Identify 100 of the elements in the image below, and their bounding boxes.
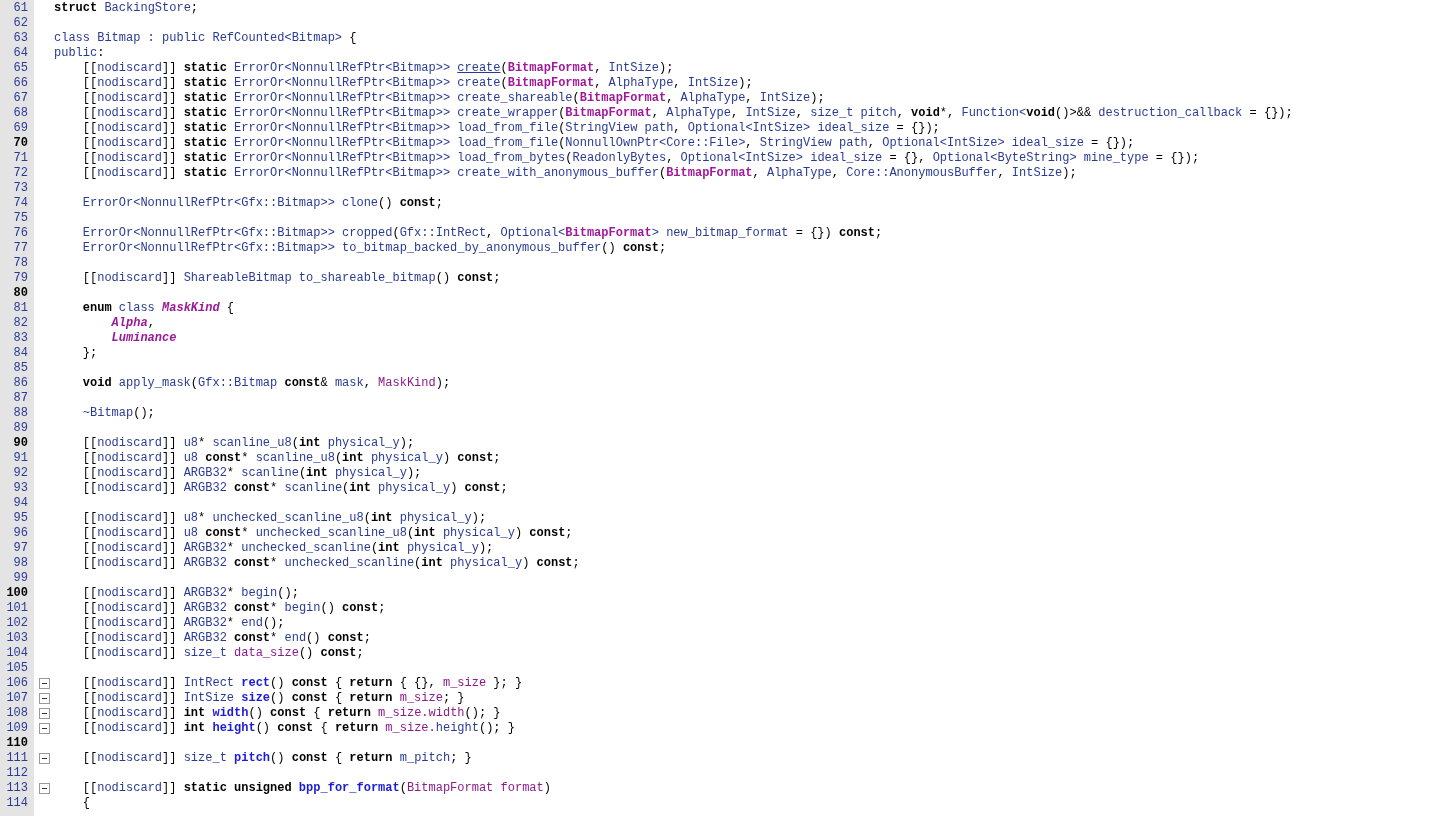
fold-icon[interactable] xyxy=(39,783,50,794)
line-number: 72 xyxy=(13,166,28,180)
line-number: 62 xyxy=(13,16,28,30)
line-number: 98 xyxy=(13,556,28,570)
code-line: [[nodiscard]] IntRect rect() const { return { {}, m_size }; } xyxy=(81,676,523,690)
line-number: 102 xyxy=(6,616,28,630)
line-number: 75 xyxy=(13,211,28,225)
line-number: 109 xyxy=(6,721,28,735)
line-number: 87 xyxy=(13,391,28,405)
line-number: 65 xyxy=(13,61,28,75)
line-number: 68 xyxy=(13,106,28,120)
code-line: [[nodiscard]] static ErrorOr<NonnullRefPtr<Bitmap>> load_from_bytes(ReadonlyBytes, Optional<IntSize> ideal_size = {}, Optional<ByteString> mine_type = {}); xyxy=(81,151,1200,165)
line-number: 82 xyxy=(13,316,28,330)
fold-icon[interactable] xyxy=(39,753,50,764)
line-number: 84 xyxy=(13,346,28,360)
line-number: 114 xyxy=(6,796,28,810)
code-line: [[nodiscard]] IntSize size() const { return m_size; } xyxy=(81,691,465,705)
code-line: { xyxy=(81,796,90,810)
line-number: 88 xyxy=(13,406,28,420)
code-line: ErrorOr<NonnullRefPtr<Gfx::Bitmap>> to_bitmap_backed_by_anonymous_buffer() const; xyxy=(81,241,667,255)
code-line: [[nodiscard]] int height() const { return m_size.height(); } xyxy=(81,721,515,735)
code-line: [[nodiscard]] ShareableBitmap to_shareable_bitmap() const; xyxy=(81,271,501,285)
line-number: 86 xyxy=(13,376,28,390)
line-number: 61 xyxy=(13,1,28,15)
code-line: [[nodiscard]] ARGB32 const* scanline(int physical_y) const; xyxy=(81,481,508,495)
line-number: 67 xyxy=(13,91,28,105)
code-line: struct BackingStore; xyxy=(54,1,199,15)
line-number: 95 xyxy=(13,511,28,525)
code-line: [[nodiscard]] ARGB32* unchecked_scanline(int physical_y); xyxy=(81,541,494,555)
line-number: 78 xyxy=(13,256,28,270)
fold-icon[interactable] xyxy=(39,678,50,689)
code-line: [[nodiscard]] static ErrorOr<NonnullRefPtr<Bitmap>> create_with_anonymous_buffer(BitmapFormat, AlphaType, Core::AnonymousBuffer, IntSize); xyxy=(81,166,1077,180)
line-number: 99 xyxy=(13,571,28,585)
code-line: [[nodiscard]] ARGB32 const* begin() const; xyxy=(81,601,386,615)
code-line: [[nodiscard]] ARGB32* end(); xyxy=(81,616,285,630)
line-number: 112 xyxy=(6,766,28,780)
line-number: 110 xyxy=(6,736,28,750)
line-number: 81 xyxy=(13,301,28,315)
code-line: ~Bitmap(); xyxy=(81,406,155,420)
line-number: 89 xyxy=(13,421,28,435)
line-number: 77 xyxy=(13,241,28,255)
line-number: 92 xyxy=(13,466,28,480)
code-line: [[nodiscard]] static ErrorOr<NonnullRefPtr<Bitmap>> create(BitmapFormat, AlphaType, IntSize); xyxy=(81,76,753,90)
code-line: [[nodiscard]] u8* scanline_u8(int physical_y); xyxy=(81,436,415,450)
code-line: [[nodiscard]] size_t data_size() const; xyxy=(81,646,364,660)
line-number: 101 xyxy=(6,601,28,615)
code-line: [[nodiscard]] size_t pitch() const { return m_pitch; } xyxy=(81,751,472,765)
line-number: 97 xyxy=(13,541,28,555)
code-line: ErrorOr<NonnullRefPtr<Gfx::Bitmap>> clone() const; xyxy=(81,196,443,210)
line-number: 106 xyxy=(6,676,28,690)
code-line: [[nodiscard]] static ErrorOr<NonnullRefPtr<Bitmap>> create(BitmapFormat, IntSize); xyxy=(81,61,674,75)
code-line: [[nodiscard]] static unsigned bpp_for_format(BitmapFormat format) xyxy=(81,781,551,795)
line-number: 113 xyxy=(6,781,28,795)
code-line: [[nodiscard]] u8 const* unchecked_scanline_u8(int physical_y) const; xyxy=(81,526,573,540)
line-number: 100 xyxy=(6,586,28,600)
code-line: [[nodiscard]] static ErrorOr<NonnullRefPtr<Bitmap>> load_from_file(StringView path, Optional<IntSize> ideal_size = {}); xyxy=(81,121,940,135)
fold-icon[interactable] xyxy=(39,708,50,719)
code-line: Alpha, xyxy=(110,316,155,330)
code-line: ErrorOr<NonnullRefPtr<Gfx::Bitmap>> cropped(Gfx::IntRect, Optional<BitmapFormat> new_bitmap_format = {}) const; xyxy=(81,226,883,240)
code-line: [[nodiscard]] ARGB32 const* end() const; xyxy=(81,631,371,645)
line-number: 80 xyxy=(13,286,28,300)
line-number: 107 xyxy=(6,691,28,705)
code-line: public: xyxy=(54,46,105,60)
line-number: 90 xyxy=(13,436,28,450)
line-number: 79 xyxy=(13,271,28,285)
line-number: 69 xyxy=(13,121,28,135)
line-number: 96 xyxy=(13,526,28,540)
code-line: [[nodiscard]] static ErrorOr<NonnullRefPtr<Bitmap>> create_shareable(BitmapFormat, AlphaType, IntSize); xyxy=(81,91,825,105)
line-number: 103 xyxy=(6,631,28,645)
code-line: [[nodiscard]] ARGB32* scanline(int physical_y); xyxy=(81,466,422,480)
code-line: Luminance xyxy=(110,331,177,345)
line-number: 64 xyxy=(13,46,28,60)
code-line: [[nodiscard]] u8* unchecked_scanline_u8(int physical_y); xyxy=(81,511,487,525)
line-number: 104 xyxy=(6,646,28,660)
line-number: 108 xyxy=(6,706,28,720)
code-line: enum class MaskKind { xyxy=(81,301,235,315)
line-number: 83 xyxy=(13,331,28,345)
code-line: [[nodiscard]] ARGB32* begin(); xyxy=(81,586,299,600)
line-number: 73 xyxy=(13,181,28,195)
code-line: class Bitmap : public RefCounted<Bitmap> { xyxy=(54,31,357,45)
line-number: 66 xyxy=(13,76,28,90)
line-number: 105 xyxy=(6,661,28,675)
code-line: [[nodiscard]] static ErrorOr<NonnullRefPtr<Bitmap>> load_from_file(NonnullOwnPtr<Core::File>, StringView path, Optional<IntSize> ideal_size = {}); xyxy=(81,136,1135,150)
line-number: 71 xyxy=(13,151,28,165)
line-number: 85 xyxy=(13,361,28,375)
code-line: void apply_mask(Gfx::Bitmap const& mask, MaskKind); xyxy=(81,376,451,390)
code-line: [[nodiscard]] u8 const* scanline_u8(int physical_y) const; xyxy=(81,451,501,465)
line-number: 94 xyxy=(13,496,28,510)
code-line: }; xyxy=(81,346,98,360)
code-line: [[nodiscard]] static ErrorOr<NonnullRefPtr<Bitmap>> create_wrapper(BitmapFormat, AlphaType, IntSize, size_t pitch, void*, Function<void()>&& destruction_callback = {}); xyxy=(81,106,1293,120)
line-number: 74 xyxy=(13,196,28,210)
fold-icon[interactable] xyxy=(39,723,50,734)
line-number: 76 xyxy=(13,226,28,240)
line-number: 91 xyxy=(13,451,28,465)
line-number: 63 xyxy=(13,31,28,45)
fold-icon[interactable] xyxy=(39,693,50,704)
line-number: 93 xyxy=(13,481,28,495)
line-number: 70 xyxy=(13,136,28,150)
code-line: [[nodiscard]] int width() const { return m_size.width(); } xyxy=(81,706,501,720)
code-line: [[nodiscard]] ARGB32 const* unchecked_scanline(int physical_y) const; xyxy=(81,556,580,570)
